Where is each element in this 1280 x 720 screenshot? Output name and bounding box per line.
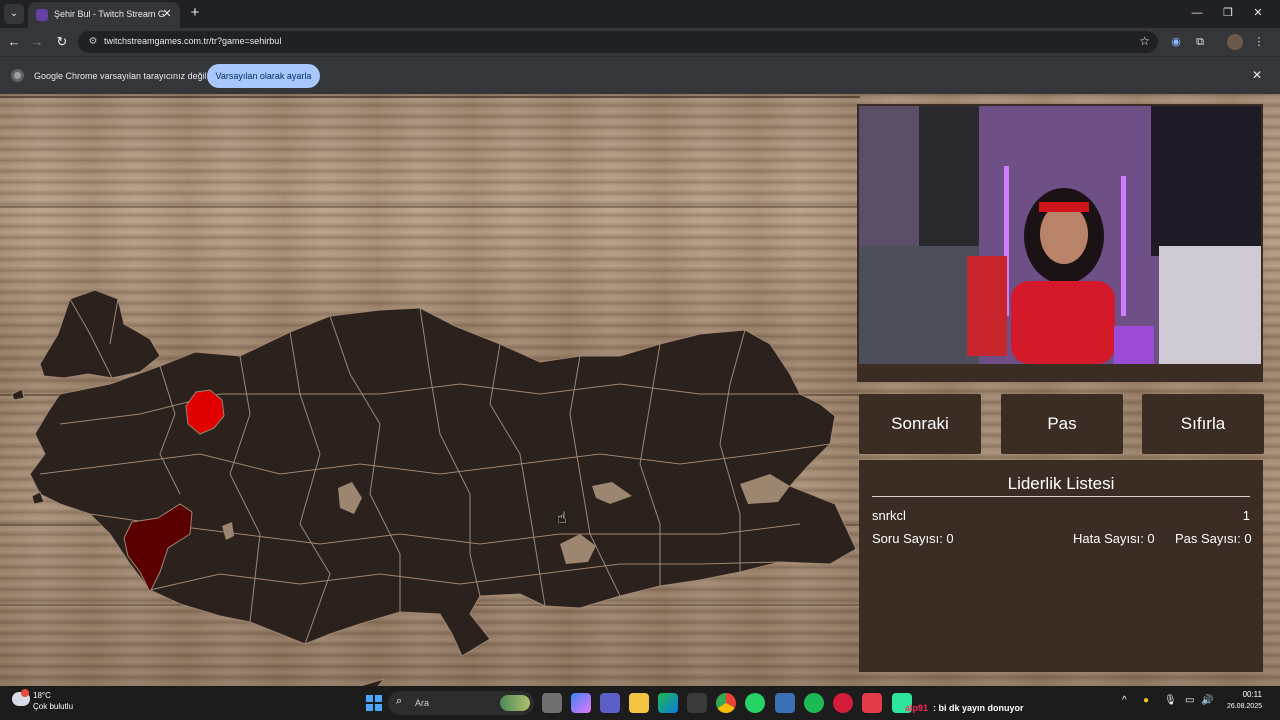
chrome-taskbar-icon[interactable] xyxy=(716,693,736,713)
default-browser-infobar: Google Chrome varsayılan tarayıcınız değ… xyxy=(0,56,1280,94)
weather-description[interactable]: Çok bulutlu xyxy=(33,702,73,711)
task-view-icon[interactable] xyxy=(542,693,562,713)
game-page: ☝ Sonraki Pas Sıfırla Liderlik Listesi s xyxy=(0,94,1280,686)
tab-close-icon[interactable]: ✕ xyxy=(160,7,174,21)
turkey-map[interactable] xyxy=(0,190,860,686)
reset-button[interactable]: Sıfırla xyxy=(1142,394,1264,454)
pass-button[interactable]: Pas xyxy=(1001,394,1123,454)
search-icon: ⌕ xyxy=(396,695,403,707)
webcam-overlay xyxy=(857,104,1263,382)
infobar-message: Google Chrome varsayılan tarayıcınız değ… xyxy=(34,71,207,81)
minimize-button[interactable]: — xyxy=(1184,4,1210,22)
chrome-icon xyxy=(11,69,24,82)
forward-icon[interactable]: → xyxy=(28,33,46,51)
opera-icon[interactable] xyxy=(833,693,853,713)
url-text[interactable]: twitchstreamgames.com.tr/tr?game=sehirbu… xyxy=(104,36,281,46)
set-default-button[interactable]: Varsayılan olarak ayarla xyxy=(207,64,320,88)
new-tab-button[interactable]: + xyxy=(186,4,204,22)
windows-taskbar: 18°C Çok bulutlu ⌕ Ara alp91 : bi dk yay… xyxy=(0,686,1280,720)
infobar-close-icon[interactable]: ✕ xyxy=(1252,68,1262,82)
restore-button[interactable]: ❐ xyxy=(1215,4,1241,22)
search-highlight-image xyxy=(500,695,530,711)
menu-dots-icon[interactable]: ⋮ xyxy=(1251,34,1267,50)
window-close-button[interactable]: ✕ xyxy=(1245,4,1271,22)
clock-date[interactable]: 26.08.2025 xyxy=(1224,703,1262,710)
lens-icon[interactable]: ◉ xyxy=(1168,34,1184,50)
error-count: Hata Sayısı: 0 xyxy=(1073,531,1155,546)
island-cyprus[interactable] xyxy=(282,678,386,686)
question-count: Soru Sayısı: 0 xyxy=(872,531,954,546)
hand-cursor-icon: ☝ xyxy=(557,510,567,527)
province-region-thrace[interactable] xyxy=(39,289,161,379)
steam-icon[interactable] xyxy=(775,693,795,713)
copilot-icon[interactable] xyxy=(571,693,591,713)
back-icon[interactable]: ← xyxy=(5,33,23,51)
pass-count: Pas Sayısı: 0 xyxy=(1175,531,1252,546)
microphone-icon[interactable]: 🎙 xyxy=(1164,695,1177,706)
app-icon[interactable] xyxy=(862,693,882,713)
extensions-icon[interactable]: ⧉ xyxy=(1192,34,1208,50)
tab-search-icon[interactable]: ⌄ xyxy=(4,4,24,24)
player-score: 1 xyxy=(1242,508,1250,523)
windows-start-icon[interactable] xyxy=(366,695,382,711)
profile-avatar[interactable] xyxy=(1227,34,1243,50)
volume-icon[interactable]: 🔊 xyxy=(1201,695,1213,706)
tray-app-icon[interactable]: ● xyxy=(1143,695,1149,706)
notification-badge xyxy=(21,689,29,697)
tray-chevron-icon[interactable]: ^ xyxy=(1122,695,1127,706)
tab-title: Şehir Bul - Twitch Stream Games xyxy=(54,9,164,19)
twitch-favicon-icon xyxy=(36,9,48,21)
active-tab[interactable]: Şehir Bul - Twitch Stream Games ✕ xyxy=(28,2,180,28)
teams-icon[interactable] xyxy=(600,693,620,713)
site-info-icon[interactable]: ⚙ xyxy=(86,35,100,49)
leaderboard-panel: Liderlik Listesi snrkcl 1 Soru Sayısı: 0… xyxy=(859,460,1263,672)
store-icon[interactable] xyxy=(687,693,707,713)
webcam-bottom-bar xyxy=(859,364,1261,380)
clock-time[interactable]: 00:11 xyxy=(1236,690,1262,699)
edge-icon[interactable] xyxy=(658,693,678,713)
webcam-video xyxy=(859,106,1261,364)
bookmark-star-icon[interactable]: ☆ xyxy=(1139,34,1150,48)
spotify-icon[interactable] xyxy=(804,693,824,713)
player-name: snrkcl xyxy=(872,508,906,523)
whatsapp-icon[interactable] xyxy=(745,693,765,713)
leaderboard-divider xyxy=(872,496,1250,497)
chat-message: : bi dk yayın donuyor xyxy=(933,703,1024,713)
address-bar[interactable]: ⚙ twitchstreamgames.com.tr/tr?game=sehir… xyxy=(78,31,1158,53)
browser-toolbar: ← → ↻ ⚙ twitchstreamgames.com.tr/tr?game… xyxy=(0,28,1280,56)
search-label: Ara xyxy=(415,698,430,708)
leaderboard-title: Liderlik Listesi xyxy=(1007,474,1115,493)
island xyxy=(11,388,25,401)
tab-strip: ⌄ Şehir Bul - Twitch Stream Games ✕ + — … xyxy=(0,0,1280,28)
next-button[interactable]: Sonraki xyxy=(859,394,981,454)
weather-temperature[interactable]: 18°C xyxy=(33,691,51,700)
file-explorer-icon[interactable] xyxy=(629,693,649,713)
wood-plank-line xyxy=(0,96,860,98)
chat-username: alp91 xyxy=(905,703,929,713)
display-icon[interactable]: ▭ xyxy=(1185,695,1194,706)
taskbar-search[interactable]: ⌕ Ara xyxy=(388,691,534,715)
reload-icon[interactable]: ↻ xyxy=(53,33,71,51)
